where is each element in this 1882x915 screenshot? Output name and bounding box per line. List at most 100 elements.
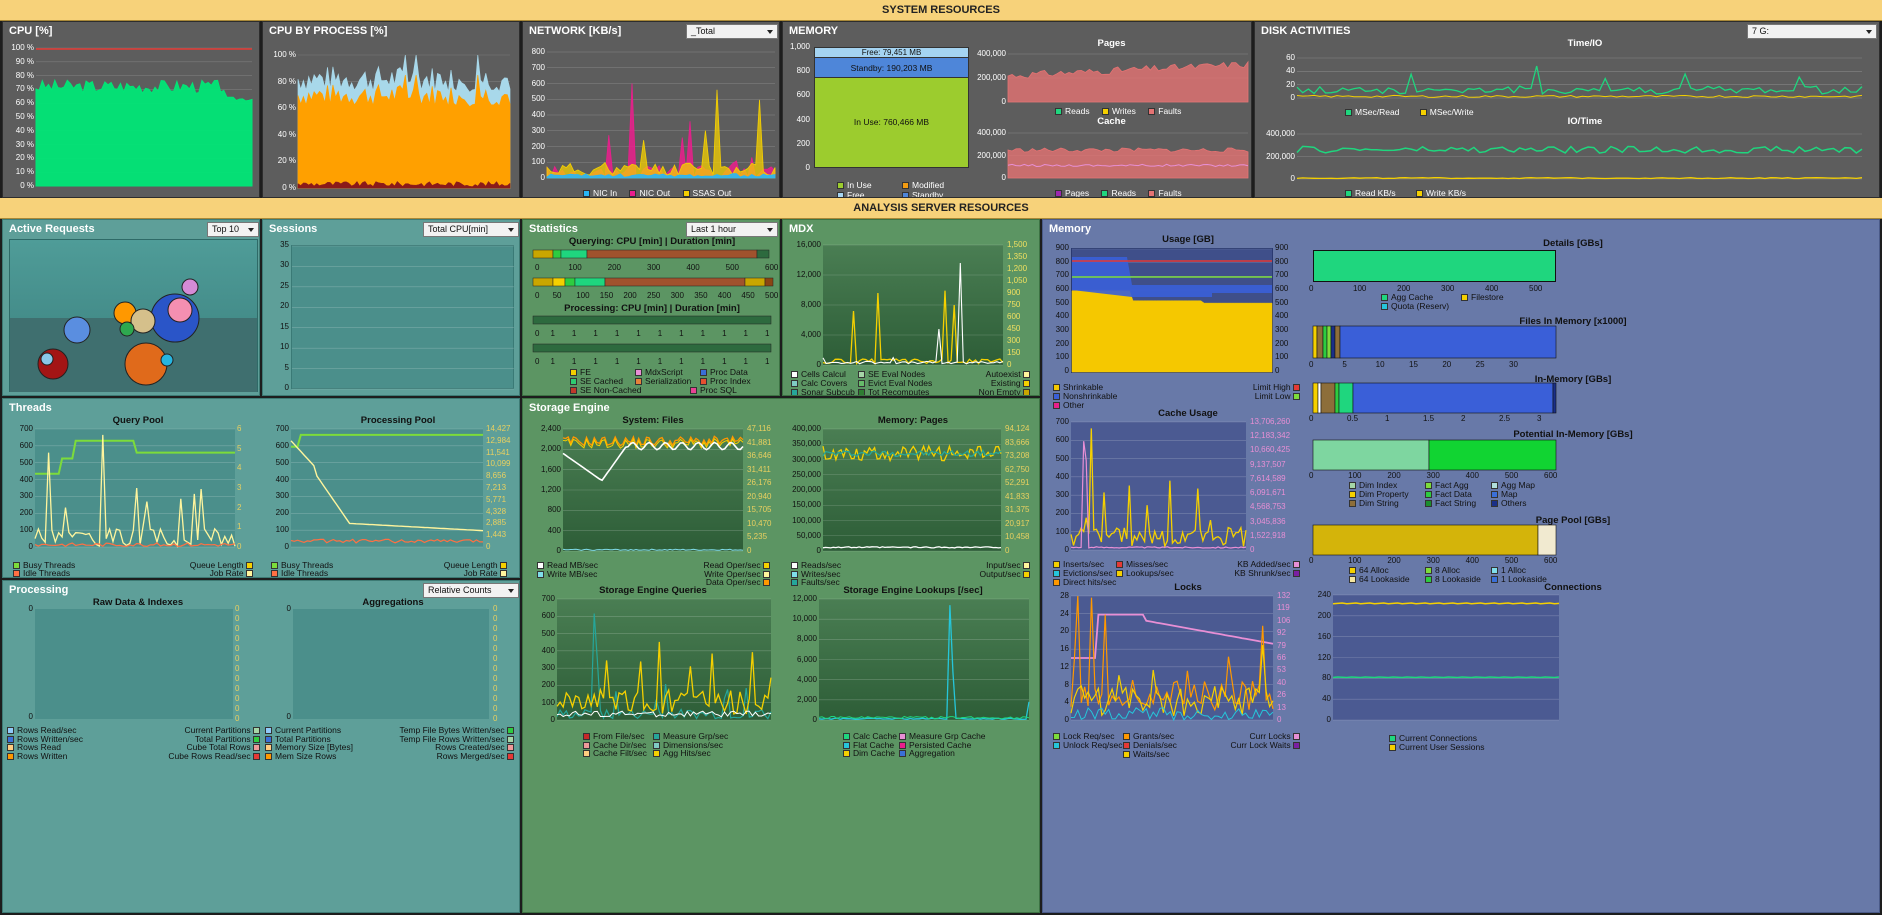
details-legend: Agg Cache Filestore Quota (Reserv)	[1381, 293, 1514, 311]
axis-tick: 400	[1465, 471, 1480, 480]
axis-tick: 2,400	[540, 424, 561, 433]
axis-tick: 300	[531, 125, 545, 135]
axis-tick: 1	[765, 329, 770, 338]
connections-line	[1332, 602, 1560, 605]
flat-cache-line	[818, 605, 1030, 720]
cache-title: Cache	[1097, 116, 1126, 127]
axis-tick: 0	[1309, 360, 1314, 369]
axis-tick: 5	[284, 362, 289, 372]
axis-tick: 10	[1375, 360, 1385, 369]
axis-tick: 16	[1060, 644, 1069, 654]
cache-usage-legend-m: Misses/sec Lookups/sec	[1116, 560, 1174, 578]
active-requests-select[interactable]: Top 10	[207, 222, 259, 237]
query-pool-title: Query Pool	[112, 415, 164, 426]
memory-pages-chart	[822, 428, 1002, 552]
axis-tick: 0	[235, 614, 240, 623]
axis-tick: 3	[237, 483, 242, 492]
axis-tick: 100,000	[792, 515, 821, 525]
bubble-chart-area	[9, 239, 258, 392]
memory-cache-chart	[1007, 132, 1249, 179]
processing-panel: Processing Relative Counts Raw Data & In…	[2, 580, 520, 913]
axis-tick: 200	[1397, 284, 1411, 293]
axis-tick: 0	[747, 546, 752, 555]
axis-tick: 1	[722, 357, 727, 366]
querying-duration-bar	[764, 277, 774, 287]
axis-tick: 2,000	[796, 694, 817, 704]
disk-select[interactable]: 7 G:	[1747, 24, 1877, 39]
axis-tick: 1,443	[486, 530, 507, 540]
write-kbs-line	[1296, 177, 1863, 180]
se-lookups-title: Storage Engine Lookups [/sec]	[843, 585, 983, 596]
statistics-time-select[interactable]: Last 1 hour	[686, 222, 778, 237]
pp-idle-line	[290, 538, 483, 544]
axis-tick: 700	[541, 594, 555, 603]
network-interface-select[interactable]: _Total	[686, 24, 778, 39]
processing-select[interactable]: Relative Counts	[423, 583, 519, 598]
querying-cpu-bar	[756, 249, 770, 259]
axis-tick: 31,411	[747, 464, 771, 474]
axis-tick: 31,375	[1005, 505, 1030, 515]
active-requests-bubble-chart	[37, 278, 200, 386]
axis-tick: 1	[679, 329, 684, 338]
curr-locks-line	[1071, 613, 1274, 659]
axis-tick: 0	[493, 684, 498, 693]
axis-tick: 28	[1060, 591, 1069, 600]
axis-tick: 1	[572, 357, 577, 366]
axis-tick: 0	[805, 163, 810, 172]
axis-tick: 0	[1290, 174, 1295, 183]
axis-tick: 700	[1275, 270, 1289, 280]
querying-cpu-bar	[586, 249, 758, 259]
axis-tick: 13	[1277, 702, 1286, 712]
cpu-panel: CPU [%] 100 % 90 % 80 % 70 % 60 % 50 % 40 % 30 …	[2, 21, 260, 198]
axis-tick: 0	[493, 674, 498, 683]
axis-tick: 1,500	[1007, 240, 1028, 249]
read-mb-line	[562, 441, 744, 482]
axis-tick: 94,124	[1005, 424, 1030, 433]
axis-tick: 300	[671, 291, 685, 300]
axis-tick: 15,705	[747, 505, 772, 515]
axis-tick: 1	[593, 329, 598, 338]
axis-tick: 0.5	[1347, 414, 1359, 423]
axis-tick: 0	[535, 291, 540, 300]
axis-tick: 0	[550, 715, 555, 724]
mdx-title: MDX	[789, 223, 814, 235]
axis-tick: 300	[1441, 284, 1455, 293]
usage-chart	[1071, 248, 1273, 373]
axis-tick: 0	[816, 360, 821, 369]
network-panel: NETWORK [KB/s] _Total NIC In NIC Out SSA…	[522, 21, 780, 198]
processing-legend-m: Current Partitions Total Partitions Cube…	[153, 726, 263, 760]
statistics-panel: Statistics Last 1 hour Querying: CPU [mi…	[522, 219, 780, 396]
axis-tick: 160	[1317, 631, 1331, 641]
cpu-by-process-panel: CPU BY PROCESS [%] 100 % 80 % 60 % 40 % 20 %…	[262, 21, 520, 198]
in-memory-segment	[1334, 382, 1340, 414]
io-time-title: IO/Time	[1567, 116, 1603, 127]
axis-tick: 1	[550, 357, 555, 366]
files-in-memory-bar	[1312, 325, 1557, 359]
axis-tick: 750	[1007, 300, 1021, 309]
page-pool-64-lookaside	[1537, 524, 1557, 556]
axis-tick: 1	[744, 357, 749, 366]
axis-tick: 0	[493, 664, 498, 673]
disk-title: DISK ACTIVITIES	[1261, 25, 1351, 37]
querying-cpu-bar	[560, 249, 588, 259]
axis-tick: 400	[718, 291, 732, 300]
processing-legend-r: Temp File Bytes Written/sec Temp File Ro…	[393, 726, 517, 760]
axis-tick: 600	[796, 90, 810, 100]
axis-tick: 1	[765, 357, 770, 366]
axis-tick: 1,350	[1007, 252, 1028, 261]
axis-tick: 500	[1055, 453, 1069, 463]
active-requests-title: Active Requests	[9, 223, 95, 235]
axis-tick: 600	[1007, 312, 1021, 321]
axis-tick: 106	[1277, 615, 1291, 625]
axis-tick: 10	[280, 342, 289, 352]
axis-tick: 1	[679, 357, 684, 366]
connections-legend: Current Connections Current User Session…	[1389, 734, 1485, 752]
request-bubble	[130, 308, 156, 334]
axis-tick: 600	[1544, 471, 1558, 480]
files-segment	[1326, 325, 1332, 359]
sessions-select[interactable]: Total CPU[min]	[423, 222, 519, 237]
se-lookups-legend-r: Measure Grp Cache Persisted Cache Aggreg…	[899, 732, 986, 758]
axis-tick: 79	[1277, 640, 1286, 650]
axis-tick: 1	[744, 329, 749, 338]
sessions-line	[1332, 676, 1560, 679]
